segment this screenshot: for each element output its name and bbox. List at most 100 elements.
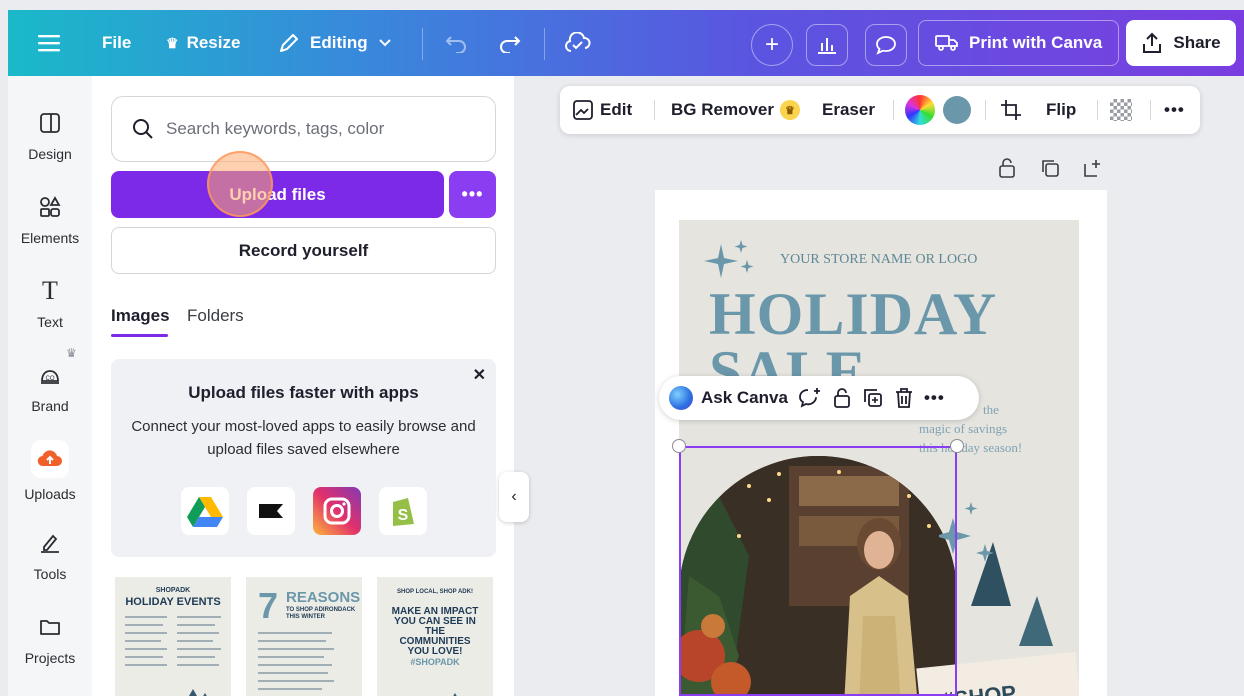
more-options-button[interactable]: ••• <box>1164 86 1185 134</box>
rail-item-brand[interactable]: ♛ CO Brand <box>8 346 92 414</box>
collapse-panel-button[interactable]: ‹ <box>499 472 529 522</box>
rail-item-design[interactable]: Design <box>8 108 92 162</box>
divider <box>422 28 423 60</box>
image-thumbnail[interactable]: SHOPADK HOLIDAY EVENTS <box>115 577 231 696</box>
crown-icon: ♛ <box>166 34 179 51</box>
resize-handle[interactable] <box>950 439 964 453</box>
transparency-icon <box>1110 99 1132 121</box>
image-thumbnail[interactable]: 7 REASONS TO SHOP ADIRONDACK THIS WINTER <box>246 577 362 696</box>
thumb-title: MAKE AN IMPACT YOU CAN SEE IN THE COMMUN… <box>391 606 479 657</box>
crown-icon: ♛ <box>66 346 77 360</box>
thumb-title: REASONS <box>286 589 361 606</box>
plus-icon: + <box>764 31 779 58</box>
comment-icon <box>876 36 896 55</box>
google-drive-icon <box>187 497 223 527</box>
crop-button[interactable] <box>1000 86 1022 134</box>
thumb-brand: SHOPADK <box>155 587 191 594</box>
editing-mode-dropdown[interactable]: Editing <box>278 10 392 76</box>
menu-button[interactable] <box>38 10 60 76</box>
trees <box>453 693 457 696</box>
thumb-title: HOLIDAY EVENTS <box>125 596 221 608</box>
box-button[interactable] <box>247 487 295 535</box>
crown-icon: ♛ <box>779 100 800 120</box>
comment-button[interactable] <box>865 24 907 66</box>
shapes-icon <box>35 192 65 222</box>
resize-handle[interactable] <box>672 439 686 453</box>
brand-icon: CO <box>35 360 65 390</box>
text-lines <box>125 616 221 696</box>
duplicate-icon[interactable] <box>862 387 884 409</box>
tab-images[interactable]: Images <box>111 306 170 326</box>
more-icon: ••• <box>1164 100 1185 119</box>
undo-button[interactable] <box>444 10 468 76</box>
truck-icon <box>935 35 958 51</box>
close-icon[interactable]: ✕ <box>473 365 486 385</box>
flip-button[interactable]: Flip <box>1046 86 1076 134</box>
rail-label: Projects <box>24 650 76 666</box>
more-icon: ••• <box>461 184 484 204</box>
resize-button[interactable]: ♛ Resize <box>166 10 240 76</box>
lock-icon[interactable] <box>832 387 852 409</box>
edit-button[interactable]: Edit <box>572 86 632 134</box>
thumb-brand: SHOP LOCAL, SHOP ADK! <box>397 589 473 595</box>
image-edit-icon <box>573 100 593 120</box>
chevron-left-icon: ‹ <box>511 488 517 505</box>
comment-add-icon[interactable] <box>798 387 822 409</box>
rail-label: Design <box>28 146 72 162</box>
insights-button[interactable] <box>806 24 848 66</box>
color-picker-button[interactable] <box>905 86 935 134</box>
rail-item-tools[interactable]: Tools <box>8 528 92 582</box>
hamburger-icon <box>38 35 60 52</box>
bg-remover-button[interactable]: BG Remover ♛ <box>671 86 800 134</box>
rail-item-uploads[interactable]: Uploads <box>8 440 92 502</box>
folder-icon <box>35 612 65 642</box>
share-button[interactable]: Share <box>1126 20 1236 66</box>
share-label: Share <box>1173 33 1221 52</box>
resize-label: Resize <box>186 33 241 52</box>
pencil-icon <box>280 34 298 52</box>
image-context-toolbar: Edit BG Remover ♛ Eraser Flip ••• <box>560 86 1200 134</box>
divider <box>1097 100 1098 120</box>
image-thumbnail[interactable]: SHOP LOCAL, SHOP ADK! MAKE AN IMPACT YOU… <box>377 577 493 696</box>
ask-canva-button[interactable]: Ask Canva <box>701 388 788 408</box>
duplicate-page-button[interactable] <box>1040 158 1060 183</box>
add-page-button[interactable] <box>1082 158 1102 183</box>
google-drive-button[interactable] <box>181 487 229 535</box>
divider <box>654 100 655 120</box>
more-icon[interactable]: ••• <box>924 388 945 408</box>
divider <box>893 100 894 120</box>
rail-item-projects[interactable]: Projects <box>8 612 92 666</box>
more-options-button[interactable]: ••• <box>449 171 496 218</box>
svg-text:CO: CO <box>46 376 55 382</box>
rail-label: Tools <box>33 566 67 582</box>
search-box[interactable] <box>111 96 496 162</box>
shopify-button[interactable]: S <box>379 487 427 535</box>
print-label: Print with Canva <box>969 33 1103 52</box>
print-with-canva-button[interactable]: Print with Canva <box>918 20 1120 66</box>
rail-label: Text <box>37 314 63 330</box>
box-icon <box>259 504 283 518</box>
redo-button[interactable] <box>498 10 522 76</box>
eraser-button[interactable]: Eraser <box>822 86 875 134</box>
save-status-button[interactable] <box>564 10 592 76</box>
tagline-line: magic of savings <box>919 421 1008 436</box>
color-swatch <box>943 96 971 124</box>
instagram-button[interactable] <box>313 487 361 535</box>
editing-label: Editing <box>310 33 368 52</box>
color-swatch-button[interactable] <box>943 86 971 134</box>
divider <box>544 28 545 60</box>
add-button[interactable]: + <box>751 24 793 66</box>
lock-page-button[interactable] <box>998 158 1016 183</box>
upload-files-button[interactable]: Upload files <box>111 171 444 218</box>
cloud-upload-icon <box>31 440 69 478</box>
rail-item-elements[interactable]: Elements <box>8 192 92 246</box>
search-input[interactable] <box>166 119 466 139</box>
canva-editor: File ♛ Resize Editing + Print with Canva… <box>8 10 1244 696</box>
trash-icon[interactable] <box>894 387 914 409</box>
ask-canva-toolbar: Ask Canva ••• <box>659 376 979 420</box>
rail-item-text[interactable]: T Text <box>8 276 92 330</box>
transparency-button[interactable] <box>1110 86 1132 134</box>
record-yourself-button[interactable]: Record yourself <box>111 227 496 274</box>
tab-folders[interactable]: Folders <box>187 306 244 326</box>
file-menu[interactable]: File <box>102 10 131 76</box>
